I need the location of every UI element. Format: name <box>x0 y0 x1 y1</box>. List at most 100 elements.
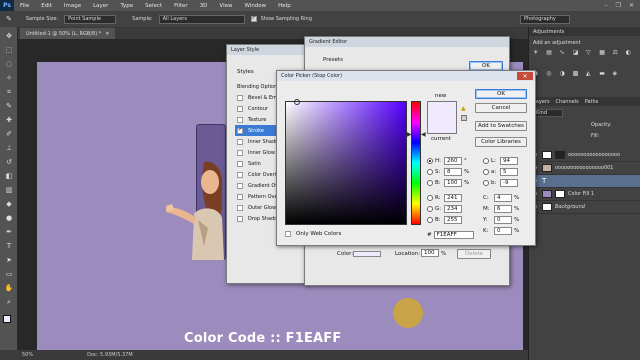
menu-layer[interactable]: Layer <box>87 3 114 9</box>
y-field[interactable]: 0 <box>494 215 512 224</box>
zoom-level[interactable]: 50% <box>22 352 33 358</box>
tab-channels[interactable]: Channels <box>556 99 579 105</box>
lasso-tool-icon[interactable]: ◌ <box>4 59 14 69</box>
hue-slider-left-arrow[interactable]: ▶ <box>407 131 412 138</box>
selective-color-icon[interactable]: ◈ <box>613 70 624 89</box>
history-brush-icon[interactable]: ↺ <box>4 157 14 167</box>
move-tool-icon[interactable]: ✥ <box>4 31 14 41</box>
gradient-map-icon[interactable]: ▬ <box>599 70 610 89</box>
b-field[interactable]: 100 <box>444 178 462 187</box>
layer-style-checkbox[interactable] <box>237 138 243 145</box>
location-field[interactable]: 100 <box>421 249 439 257</box>
show-ring-checkbox[interactable] <box>250 16 257 22</box>
brush-tool-icon[interactable]: ✐ <box>4 129 14 139</box>
invert-icon[interactable]: ◑ <box>560 70 571 89</box>
stamp-tool-icon[interactable]: ⊥ <box>4 143 14 153</box>
channel-mixer-icon[interactable]: ◎ <box>546 70 557 89</box>
gradient-tool-icon[interactable]: ▥ <box>4 185 14 195</box>
adjustments-tab[interactable]: Adjustments <box>533 29 564 35</box>
eyedropper-icon[interactable]: ✎ <box>6 15 12 23</box>
foreground-color-swatch[interactable] <box>3 315 11 323</box>
layer-row[interactable]: ◉ Background <box>529 201 640 214</box>
pen-tool-icon[interactable]: ✒ <box>4 227 14 237</box>
menu-file[interactable]: File <box>14 3 35 9</box>
layer-style-checkbox[interactable] <box>237 127 243 134</box>
workspace-select[interactable]: Photography <box>520 14 570 24</box>
hand-tool-icon[interactable]: ✋ <box>4 283 14 293</box>
web-safe-cube-icon[interactable] <box>461 115 467 121</box>
quick-select-icon[interactable]: ✧ <box>4 73 14 83</box>
s-field[interactable]: 8 <box>444 167 462 176</box>
out-of-gamut-warning-icon[interactable]: ▲ <box>461 105 466 112</box>
only-web-colors-checkbox[interactable] <box>285 231 291 237</box>
type-tool-icon[interactable]: T <box>4 241 14 251</box>
shape-tool-icon[interactable]: ▭ <box>4 269 14 279</box>
menu-view[interactable]: View <box>213 3 238 9</box>
layer-row[interactable]: ◉ oooooooooooooooo001 <box>529 162 640 175</box>
styles-header[interactable]: Styles <box>237 69 254 75</box>
hue-sat-icon[interactable]: ▦ <box>599 49 610 68</box>
layer-style-checkbox[interactable] <box>237 160 243 167</box>
menu-filter[interactable]: Filter <box>168 3 194 9</box>
sample-size-select[interactable]: Point Sample <box>64 14 117 24</box>
b-rgb-radio[interactable] <box>427 216 433 223</box>
close-icon[interactable]: ✕ <box>629 2 634 9</box>
layer-style-checkbox[interactable] <box>237 215 243 222</box>
layer-style-checkbox[interactable] <box>237 149 243 156</box>
g-radio[interactable] <box>427 205 433 212</box>
a-radio[interactable] <box>483 168 489 175</box>
layer-kind-filter[interactable]: Kind <box>533 109 563 117</box>
menu-help[interactable]: Help <box>272 3 297 9</box>
layer-row[interactable]: ◉ Color Fill 1 <box>529 188 640 201</box>
crop-tool-icon[interactable]: ⌗ <box>4 87 14 97</box>
threshold-icon[interactable]: ◭ <box>586 70 597 89</box>
exposure-icon[interactable]: ◪ <box>573 49 584 68</box>
color-field[interactable] <box>285 101 407 225</box>
color-libraries-button[interactable]: Color Libraries <box>475 137 527 147</box>
blur-tool-icon[interactable]: ◆ <box>4 199 14 209</box>
l-field[interactable]: 94 <box>500 156 518 165</box>
h-radio[interactable] <box>427 157 433 164</box>
hue-slider-right-arrow[interactable]: ◀ <box>421 131 426 138</box>
h-field[interactable]: 260 <box>444 156 462 165</box>
healing-tool-icon[interactable]: ✚ <box>4 115 14 125</box>
minimize-icon[interactable]: – <box>605 2 608 9</box>
delete-stop-button[interactable]: Delete <box>457 249 491 259</box>
brightness-icon[interactable]: ☀ <box>533 49 544 68</box>
bw-icon[interactable]: ◐ <box>626 49 637 68</box>
layer-row-selected[interactable]: ◉ T <box>529 175 640 188</box>
menu-image[interactable]: Image <box>58 3 87 9</box>
eraser-tool-icon[interactable]: ◧ <box>4 171 14 181</box>
l-radio[interactable] <box>483 157 489 164</box>
s-radio[interactable] <box>427 168 433 175</box>
zoom-tool-icon[interactable]: ⌕ <box>4 297 14 307</box>
layer-style-checkbox[interactable] <box>237 116 243 123</box>
levels-icon[interactable]: ▤ <box>546 49 557 68</box>
g-field[interactable]: 234 <box>444 204 462 213</box>
r-field[interactable]: 241 <box>444 193 462 202</box>
color-picker-cancel-button[interactable]: Cancel <box>475 103 527 113</box>
c-field[interactable]: 4 <box>494 193 512 202</box>
posterize-icon[interactable]: ▩ <box>573 70 584 89</box>
path-select-icon[interactable]: ➤ <box>4 255 14 265</box>
b-rgb-field[interactable]: 255 <box>444 215 462 224</box>
dodge-tool-icon[interactable]: ● <box>4 213 14 223</box>
close-tab-icon[interactable]: ✕ <box>105 31 109 37</box>
menu-type[interactable]: Type <box>114 3 139 9</box>
add-to-swatches-button[interactable]: Add to Swatches <box>475 121 527 131</box>
menu-3d[interactable]: 3D <box>194 3 214 9</box>
color-field-cursor[interactable] <box>294 99 300 105</box>
curves-icon[interactable]: ∿ <box>560 49 571 68</box>
stop-color-swatch[interactable] <box>353 251 381 257</box>
hex-field[interactable]: F1EAFF <box>433 231 474 239</box>
r-radio[interactable] <box>427 194 433 201</box>
marquee-tool-icon[interactable]: ⬚ <box>4 45 14 55</box>
restore-icon[interactable]: ❐ <box>616 2 621 9</box>
b-lab-field[interactable]: -9 <box>500 178 518 187</box>
menu-window[interactable]: Window <box>238 3 272 9</box>
close-icon[interactable]: ✕ <box>517 72 533 80</box>
layer-row[interactable]: ◉ ooooooooooooooooo <box>529 149 640 162</box>
menu-select[interactable]: Select <box>139 3 168 9</box>
layer-style-checkbox[interactable] <box>237 204 243 211</box>
layer-style-checkbox[interactable] <box>237 182 243 189</box>
